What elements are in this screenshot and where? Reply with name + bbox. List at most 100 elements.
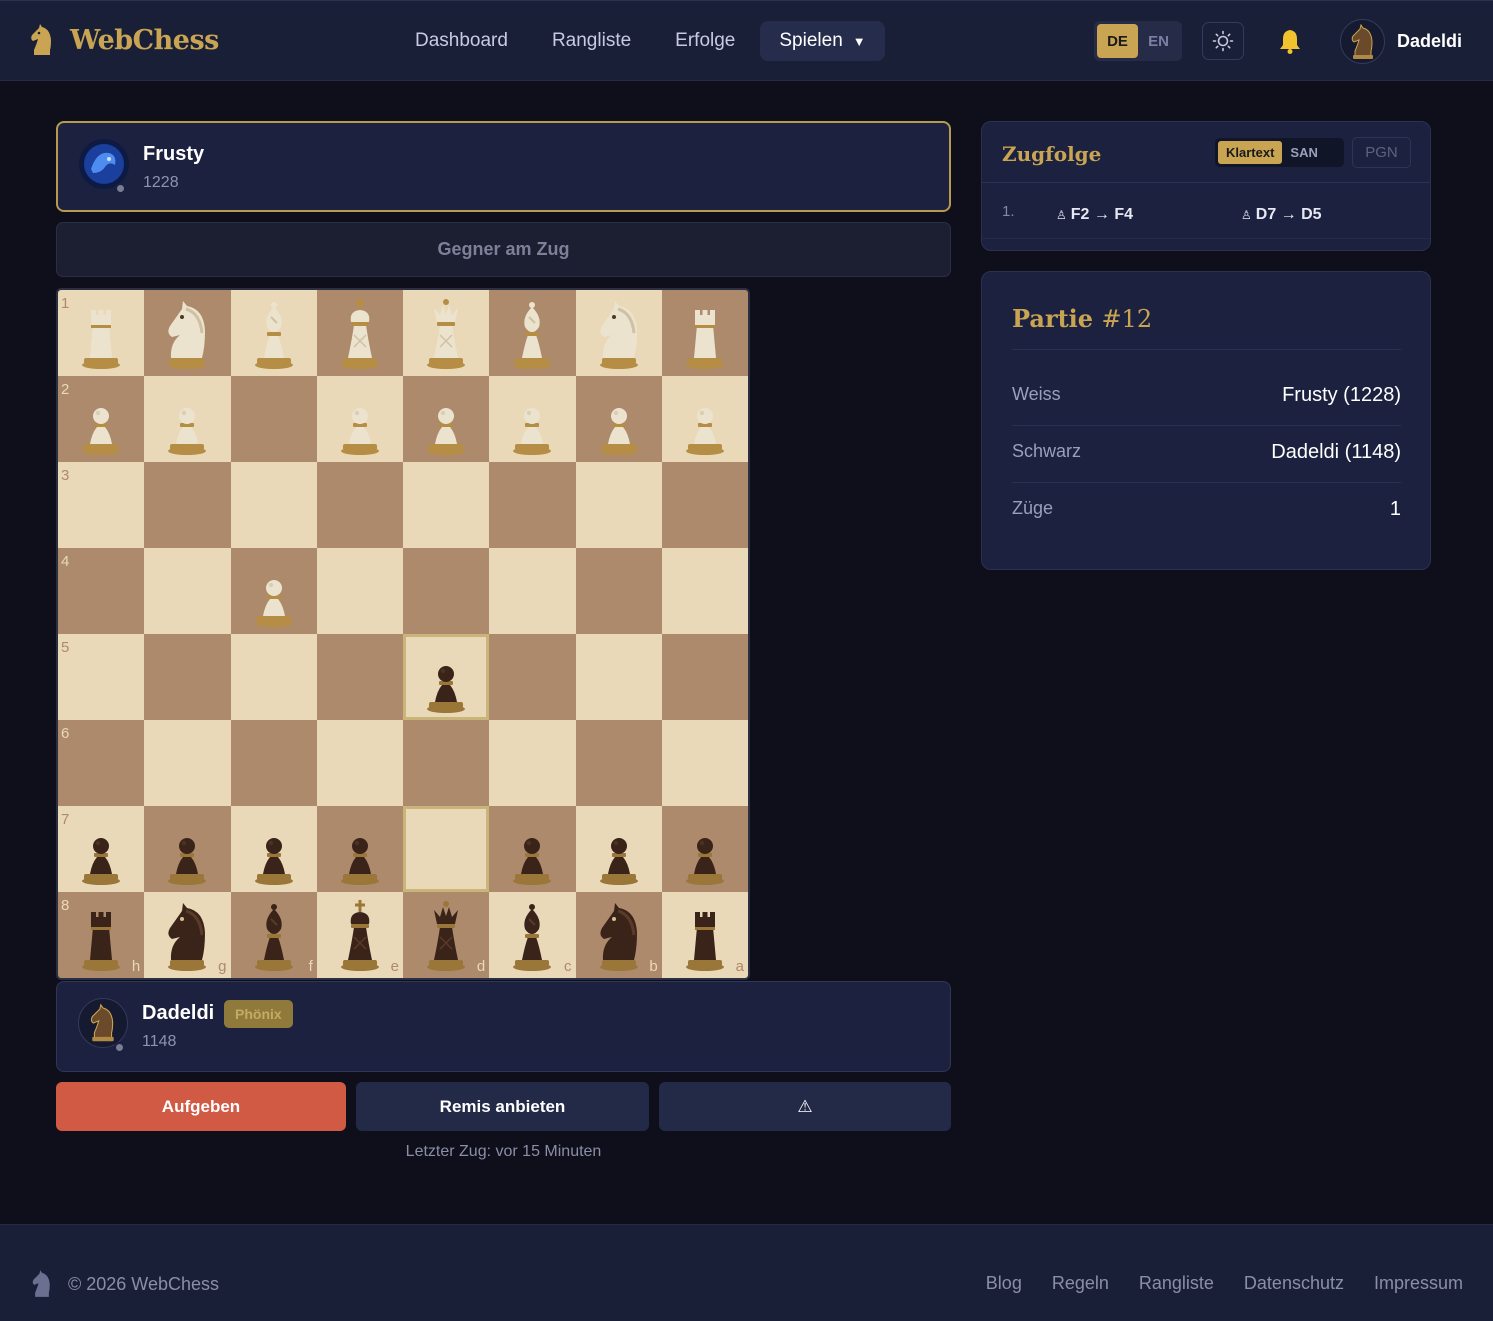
black-pawn-icon[interactable] (501, 811, 563, 887)
board-square[interactable] (144, 290, 231, 376)
notation-klartext-button[interactable]: Klartext (1218, 141, 1283, 164)
board-square[interactable] (144, 376, 231, 462)
black-knight-icon[interactable] (588, 897, 650, 973)
board-square[interactable] (489, 634, 576, 720)
resign-button[interactable]: Aufgeben (56, 1082, 346, 1131)
board-square[interactable] (316, 462, 403, 548)
nav-erfolge[interactable]: Erfolge (653, 21, 757, 61)
black-bishop-icon[interactable] (243, 897, 305, 973)
board-square[interactable] (403, 806, 490, 892)
board-square[interactable] (316, 806, 403, 892)
board-square[interactable] (403, 290, 490, 376)
white-pawn-icon[interactable] (415, 381, 477, 457)
board-square[interactable] (403, 462, 490, 548)
black-pawn-icon[interactable] (588, 811, 650, 887)
board-square[interactable] (230, 462, 317, 548)
board-square[interactable]: d (403, 892, 490, 978)
board-square[interactable]: b (575, 892, 662, 978)
white-pawn-icon[interactable] (70, 381, 132, 457)
board-square[interactable] (144, 720, 231, 806)
white-pawn-icon[interactable] (243, 553, 305, 629)
board-square[interactable] (575, 376, 662, 462)
white-pawn-icon[interactable] (156, 381, 218, 457)
board-square[interactable] (575, 462, 662, 548)
board-square[interactable] (230, 376, 317, 462)
theme-toggle-button[interactable] (1202, 22, 1244, 60)
board-square[interactable] (144, 548, 231, 634)
board-square[interactable] (144, 634, 231, 720)
board-square[interactable] (489, 548, 576, 634)
board-square[interactable]: g (144, 892, 231, 978)
black-knight-icon[interactable] (156, 897, 218, 973)
user-menu[interactable]: Dadeldi (1340, 19, 1462, 64)
board-square[interactable]: 7 (58, 806, 145, 892)
board-square[interactable]: 8h (58, 892, 145, 978)
white-rook-icon[interactable] (70, 295, 132, 371)
board-square[interactable] (316, 376, 403, 462)
white-move[interactable]: ♙ F2 → F4 (1056, 206, 1133, 224)
board-square[interactable] (575, 720, 662, 806)
board-square[interactable] (403, 548, 490, 634)
black-pawn-icon[interactable] (415, 639, 477, 715)
footer-link-impressum[interactable]: Impressum (1374, 1273, 1463, 1294)
black-pawn-icon[interactable] (674, 811, 736, 887)
black-rook-icon[interactable] (674, 897, 736, 973)
board-square[interactable] (230, 548, 317, 634)
board-square[interactable] (230, 290, 317, 376)
board-square[interactable] (316, 290, 403, 376)
board-square[interactable]: 4 (58, 548, 145, 634)
board-square[interactable] (230, 806, 317, 892)
brand-logo-link[interactable]: WebChess (28, 23, 219, 57)
black-pawn-icon[interactable] (329, 811, 391, 887)
board-square[interactable] (489, 720, 576, 806)
black-pawn-icon[interactable] (70, 811, 132, 887)
nav-rangliste[interactable]: Rangliste (530, 21, 653, 61)
white-pawn-icon[interactable] (588, 381, 650, 457)
notation-san-button[interactable]: SAN (1282, 141, 1325, 164)
board-square[interactable] (316, 634, 403, 720)
white-knight-icon[interactable] (156, 295, 218, 371)
white-pawn-icon[interactable] (329, 381, 391, 457)
board-square[interactable]: 3 (58, 462, 145, 548)
board-square[interactable] (316, 548, 403, 634)
board-square[interactable]: 6 (58, 720, 145, 806)
board-square[interactable] (575, 806, 662, 892)
board-square[interactable] (661, 462, 748, 548)
board-square[interactable] (489, 376, 576, 462)
board-square[interactable] (575, 548, 662, 634)
board-square[interactable] (489, 290, 576, 376)
board-square[interactable] (489, 806, 576, 892)
white-king-icon[interactable] (329, 295, 391, 371)
black-king-icon[interactable] (329, 897, 391, 973)
chess-board[interactable]: 12345678hgfedcba (56, 288, 750, 980)
board-square[interactable] (144, 806, 231, 892)
black-pawn-icon[interactable] (156, 811, 218, 887)
board-square[interactable] (403, 634, 490, 720)
white-knight-icon[interactable] (588, 295, 650, 371)
board-square[interactable] (661, 720, 748, 806)
footer-link-blog[interactable]: Blog (986, 1273, 1022, 1294)
board-square[interactable] (230, 634, 317, 720)
black-bishop-icon[interactable] (501, 897, 563, 973)
board-square[interactable] (661, 806, 748, 892)
footer-link-regeln[interactable]: Regeln (1052, 1273, 1109, 1294)
board-square[interactable] (575, 290, 662, 376)
board-square[interactable] (403, 376, 490, 462)
lang-en-button[interactable]: EN (1138, 24, 1179, 58)
board-square[interactable]: 2 (58, 376, 145, 462)
footer-link-datenschutz[interactable]: Datenschutz (1244, 1273, 1344, 1294)
board-square[interactable]: c (489, 892, 576, 978)
white-rook-icon[interactable] (674, 295, 736, 371)
board-square[interactable] (403, 720, 490, 806)
report-button[interactable]: ⚠ (659, 1082, 951, 1131)
black-move[interactable]: ♙ D7 → D5 (1241, 206, 1322, 224)
board-square[interactable]: f (230, 892, 317, 978)
board-square[interactable]: 1 (58, 290, 145, 376)
white-bishop-icon[interactable] (243, 295, 305, 371)
nav-spielen-dropdown[interactable]: Spielen ▼ (760, 21, 885, 61)
lang-de-button[interactable]: DE (1097, 24, 1138, 58)
white-pawn-icon[interactable] (501, 381, 563, 457)
board-square[interactable] (316, 720, 403, 806)
board-square[interactable] (575, 634, 662, 720)
nav-dashboard[interactable]: Dashboard (393, 21, 530, 61)
